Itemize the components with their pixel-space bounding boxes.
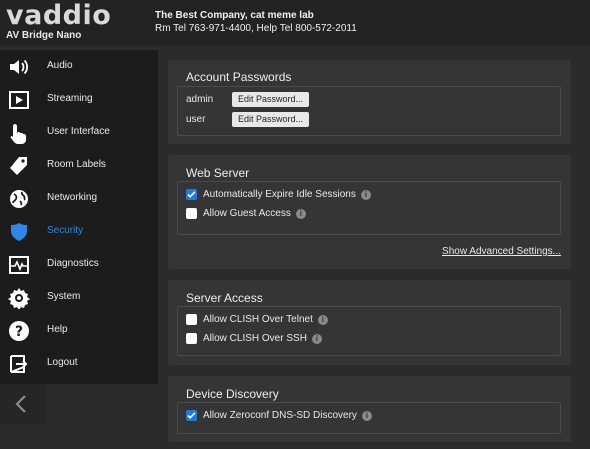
vaddio-logo[interactable]: vaddio AV Bridge Nano	[0, 0, 140, 45]
sidebar-nav: Audio Streaming User Interface Room Labe…	[0, 50, 158, 384]
sidebar-item-label: User Interface	[47, 126, 110, 137]
panel-title: Web Server	[186, 166, 250, 180]
user-label-user: user	[186, 114, 206, 125]
checkmark-icon	[187, 412, 196, 419]
server-access-panel: Server Access Allow CLISH Over Telnet i A…	[168, 280, 571, 365]
sidebar-item-label: Diagnostics	[47, 258, 99, 269]
edit-user-password-button[interactable]: Edit Password...	[232, 112, 309, 127]
sidebar-item-help[interactable]: ? Help	[0, 314, 158, 347]
sidebar-item-system[interactable]: System	[0, 281, 158, 314]
shield-icon	[11, 223, 27, 241]
guest-access-checkbox[interactable]	[186, 208, 197, 219]
play-icon	[9, 91, 29, 109]
sidebar-item-networking[interactable]: Networking	[0, 182, 158, 215]
sidebar-item-audio[interactable]: Audio	[0, 50, 158, 83]
help-icon: ?	[9, 321, 29, 341]
sidebar-item-security[interactable]: Security	[0, 215, 158, 248]
panel-title: Device Discovery	[186, 387, 279, 401]
info-icon[interactable]: i	[360, 190, 371, 200]
collapse-sidebar-button[interactable]	[0, 384, 46, 424]
panel-title: Account Passwords	[186, 70, 292, 84]
sidebar-item-streaming[interactable]: Streaming	[0, 83, 158, 116]
hand-pointer-icon	[10, 124, 26, 144]
chevron-left-icon	[15, 395, 26, 413]
option-label: Allow Zeroconf DNS-SD Discovery	[203, 410, 357, 421]
clish-ssh-checkbox[interactable]	[186, 333, 197, 344]
option-label: Allow Guest Access	[203, 208, 291, 219]
sidebar-item-label: Security	[47, 225, 84, 236]
info-icon[interactable]: i	[317, 315, 328, 325]
info-icon[interactable]: i	[295, 209, 306, 219]
tag-icon	[10, 157, 27, 175]
show-advanced-settings-link[interactable]: Show Advanced Settings...	[442, 246, 561, 257]
sidebar-item-label: Networking	[47, 192, 98, 203]
device-discovery-panel: Device Discovery Allow Zeroconf DNS-SD D…	[168, 376, 571, 442]
account-passwords-panel: Account Passwords admin Edit Password...…	[168, 60, 571, 144]
web-server-panel: Web Server Automatically Expire Idle Ses…	[168, 155, 571, 269]
pulse-icon	[9, 256, 29, 274]
header: vaddio AV Bridge Nano The Best Company, …	[0, 0, 590, 45]
sidebar-item-logout[interactable]: Logout	[0, 347, 158, 380]
logo-wordmark: vaddio	[6, 0, 112, 31]
svg-text:?: ?	[15, 324, 23, 340]
option-label: Automatically Expire Idle Sessions	[203, 189, 356, 200]
zeroconf-discovery-checkbox[interactable]	[186, 410, 197, 421]
info-icon[interactable]: i	[361, 411, 372, 421]
checkmark-icon	[187, 191, 196, 198]
room-info: The Best Company, cat meme lab Rm Tel 76…	[155, 9, 357, 35]
company-name: The Best Company, cat meme lab	[155, 10, 314, 21]
user-label-admin: admin	[186, 94, 214, 105]
sidebar-item-label: Audio	[47, 60, 73, 71]
sidebar-item-diagnostics[interactable]: Diagnostics	[0, 248, 158, 281]
clish-telnet-checkbox[interactable]	[186, 314, 197, 325]
panel-title: Server Access	[186, 291, 263, 305]
option-label: Allow CLISH Over SSH	[203, 333, 307, 344]
speaker-icon	[10, 59, 29, 75]
gear-icon	[8, 288, 30, 309]
logout-icon	[10, 355, 28, 373]
sidebar-item-room-labels[interactable]: Room Labels	[0, 149, 158, 182]
sidebar-item-label: Streaming	[47, 93, 93, 104]
contact-info: Rm Tel 763-971-4400, Help Tel 800-572-20…	[155, 23, 357, 34]
info-icon[interactable]: i	[311, 334, 322, 344]
globe-icon	[10, 190, 28, 208]
option-label: Allow CLISH Over Telnet	[203, 314, 313, 325]
sidebar-item-label: Room Labels	[47, 159, 106, 170]
sidebar-item-label: Help	[47, 324, 68, 335]
sidebar-item-user-interface[interactable]: User Interface	[0, 116, 158, 149]
auto-expire-sessions-checkbox[interactable]	[186, 189, 197, 200]
product-name: AV Bridge Nano	[6, 30, 82, 41]
edit-admin-password-button[interactable]: Edit Password...	[232, 92, 309, 107]
sidebar-item-label: Logout	[47, 357, 78, 368]
sidebar-item-label: System	[47, 291, 81, 302]
